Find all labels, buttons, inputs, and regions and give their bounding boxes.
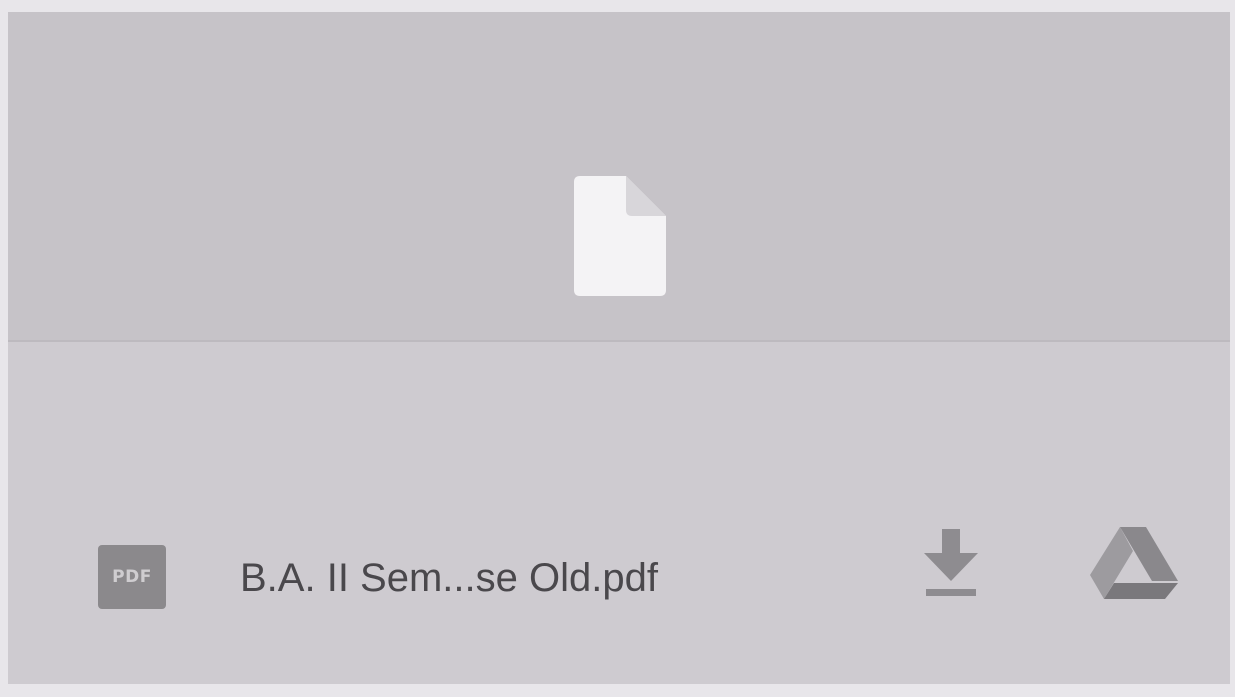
download-icon [924,529,978,596]
save-to-drive-button[interactable] [1088,525,1180,599]
google-drive-icon [1090,527,1178,599]
pdf-file-icon: PDF [98,545,166,609]
attachment-footer [8,342,1230,684]
download-button[interactable] [918,525,984,601]
screen: PDF B.A. II Sem...se Old.pdf [0,0,1235,697]
generic-file-icon [574,176,666,296]
attachment-file-name: B.A. II Sem...se Old.pdf [240,556,658,600]
